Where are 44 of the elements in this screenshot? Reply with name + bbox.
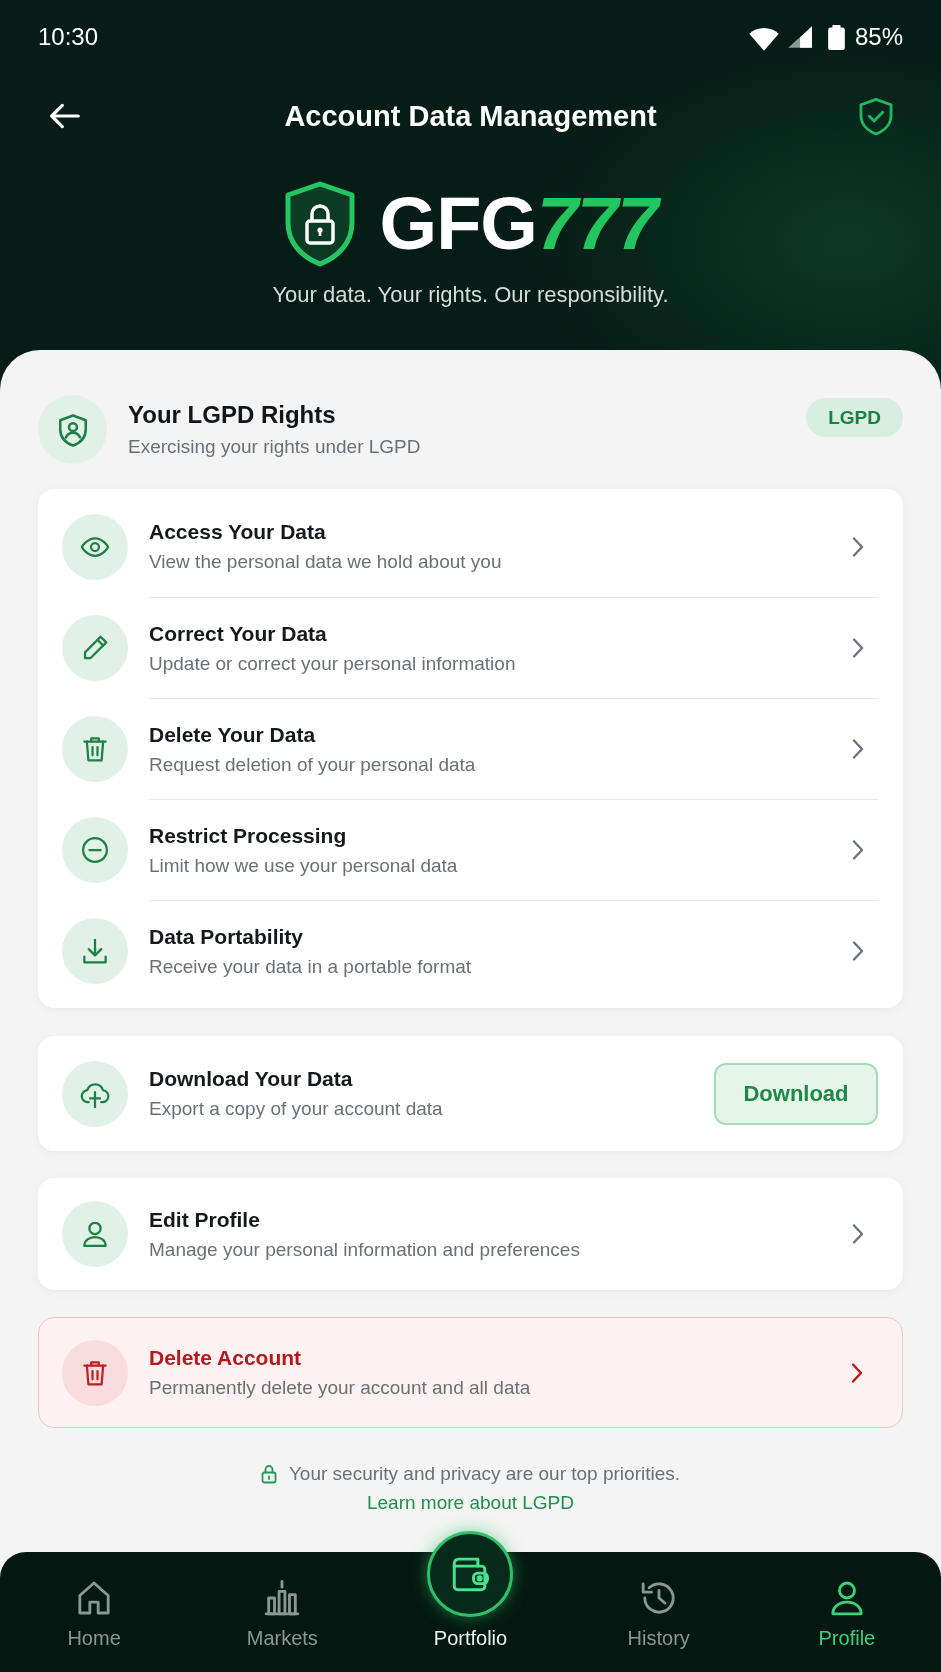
section-subtitle: Exercising your rights under LGPD bbox=[128, 435, 422, 459]
card-title: Delete Account bbox=[149, 1345, 303, 1371]
card-title: Download Your Data bbox=[149, 1066, 354, 1092]
chevron-icon[interactable] bbox=[850, 1361, 864, 1384]
battery-level: 85% bbox=[854, 23, 903, 51]
card-description: Manage your personal information and preferences bbox=[149, 1237, 581, 1262]
chevron-icon[interactable] bbox=[851, 535, 865, 558]
item-title: Delete Your Data bbox=[149, 721, 317, 748]
chevron-icon[interactable] bbox=[851, 1223, 865, 1245]
nav-tab[interactable]: Home bbox=[0, 1578, 189, 1650]
download-button[interactable]: Download bbox=[714, 1062, 878, 1125]
learn-more-link[interactable]: Learn more about LGPD bbox=[367, 1492, 574, 1513]
item-title: Data Portability bbox=[149, 923, 305, 950]
chevron-icon[interactable] bbox=[851, 940, 865, 962]
profile-card[interactable]: Edit Profile Manage your personal information and preferences bbox=[38, 1178, 903, 1290]
item-title: Correct Your Data bbox=[149, 620, 328, 647]
card-title: Edit Profile bbox=[149, 1206, 261, 1233]
screen-title: Account Data Management bbox=[284, 99, 657, 133]
tagline: Your data. Your rights. Our responsibility. bbox=[271, 281, 670, 309]
item-title: Access Your Data bbox=[149, 519, 327, 545]
item-description: View the personal data we hold about you bbox=[149, 550, 503, 574]
rights-badge: LGPD bbox=[806, 398, 903, 437]
nav-tab[interactable]: Markets bbox=[188, 1578, 377, 1650]
nav-tab[interactable]: History bbox=[564, 1578, 753, 1650]
card-description: Permanently delete your account and all data bbox=[149, 1376, 532, 1400]
chevron-icon[interactable] bbox=[851, 637, 865, 659]
wallet-icon bbox=[427, 1531, 514, 1617]
item-description: Limit how we use your personal data bbox=[149, 853, 459, 878]
chevron-icon[interactable] bbox=[851, 839, 865, 861]
battery-icon bbox=[827, 24, 845, 50]
shield-lock-icon bbox=[283, 181, 356, 267]
lock-icon bbox=[260, 1464, 277, 1484]
card-description: Export a copy of your account data bbox=[149, 1097, 444, 1121]
status-time: 10:30 bbox=[38, 23, 99, 51]
nav-tab[interactable]: Portfolio bbox=[376, 1531, 565, 1650]
section-title: Your LGPD Rights bbox=[128, 400, 337, 430]
privacy-note: Your security and privacy are our top priorities. bbox=[288, 1462, 681, 1486]
nav-tab[interactable]: Profile bbox=[752, 1578, 941, 1650]
chevron-icon[interactable] bbox=[851, 738, 865, 760]
item-title: Restrict Processing bbox=[149, 822, 348, 849]
item-description: Request deletion of your personal data bbox=[149, 752, 477, 777]
item-description: Update or correct your personal information bbox=[149, 651, 517, 676]
item-description: Receive your data in a portable format bbox=[149, 954, 473, 979]
warning-card[interactable]: Delete Account Permanently delete your account and all data bbox=[38, 1317, 903, 1428]
